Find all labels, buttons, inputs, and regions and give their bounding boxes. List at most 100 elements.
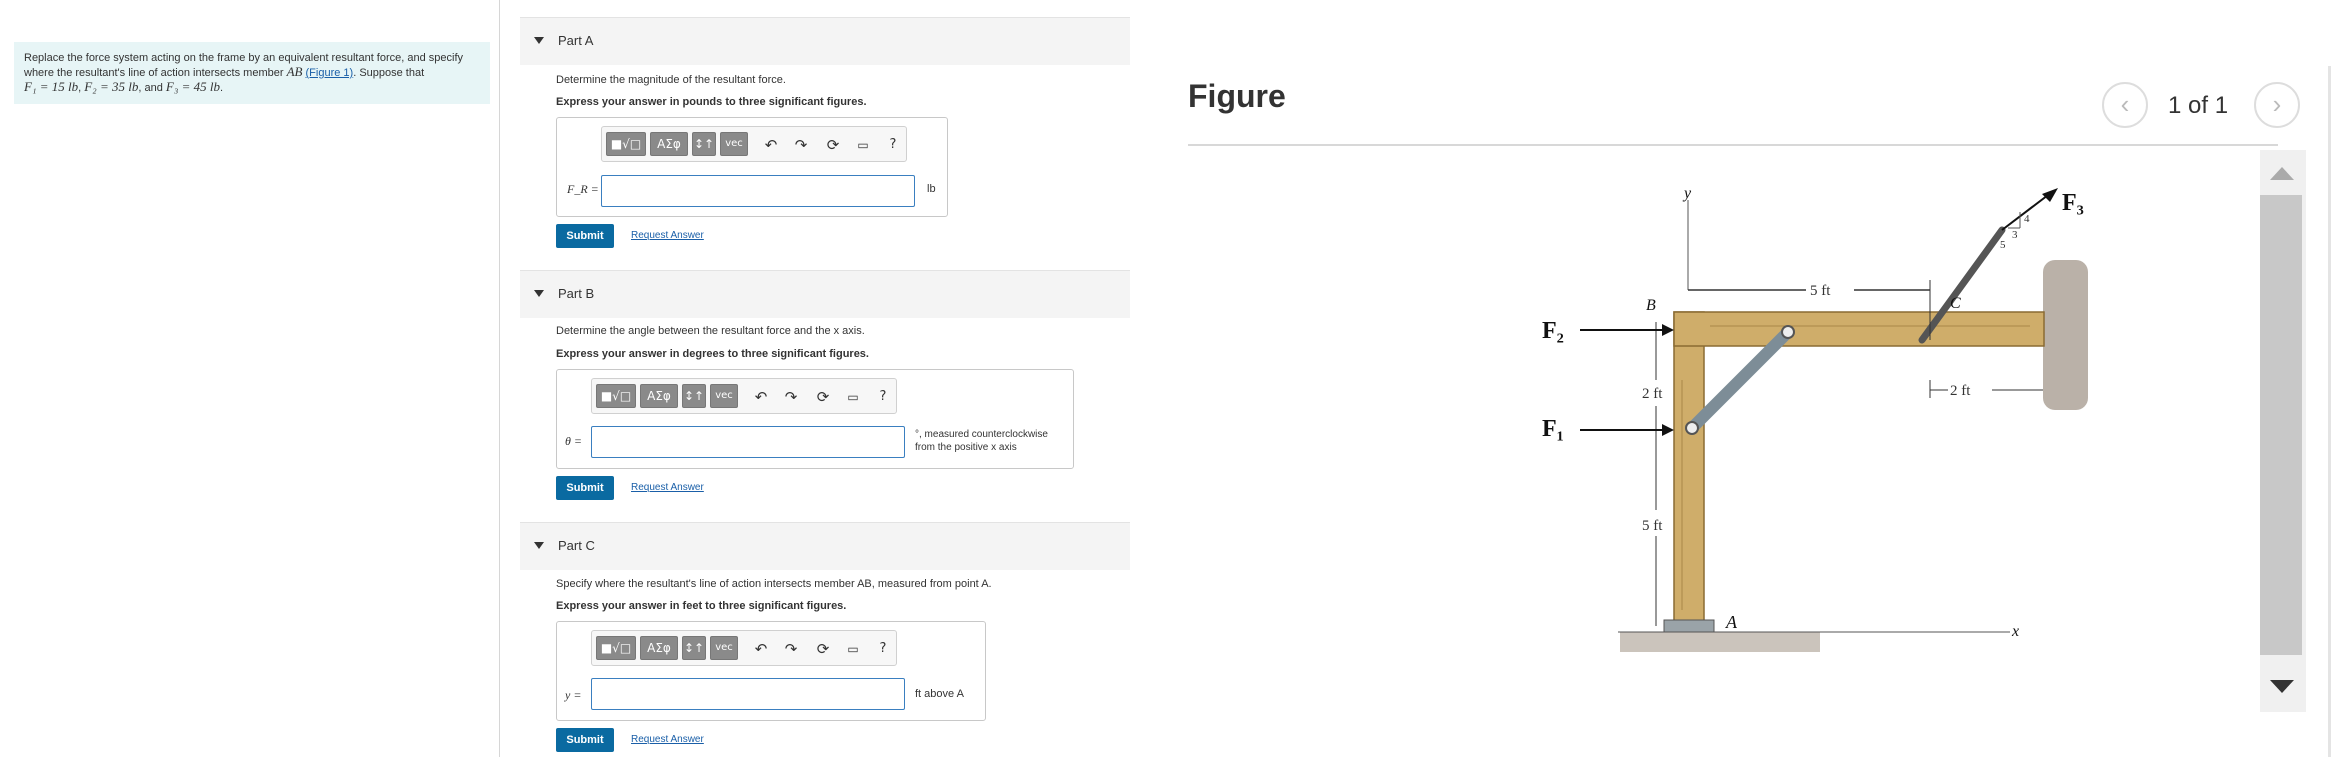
request-answer-link[interactable]: Request Answer <box>631 482 704 493</box>
problem-line-3: F₁ = 15 lb, F₂ = 35 lb, and F₃ = 45 lb. <box>24 79 224 94</box>
f2-arrow-head <box>1662 324 1674 336</box>
label-c: C <box>1950 295 1961 312</box>
redo-icon[interactable]: ↷ <box>782 640 800 658</box>
label-f2: F₂ <box>1542 318 1564 344</box>
undo-icon[interactable]: ↶ <box>752 640 770 658</box>
reset-icon[interactable]: ⟳ <box>814 640 832 658</box>
label-y: y <box>1682 185 1692 202</box>
label-f1: F₁ <box>1542 416 1564 442</box>
pin <box>1685 421 1699 435</box>
help-icon[interactable]: ? <box>874 388 892 406</box>
next-figure-button[interactable]: › <box>2254 82 2300 128</box>
force-f3: F₃ = 45 lb <box>165 79 220 94</box>
slope-5: 5 <box>2000 239 2006 251</box>
unit-label-2: from the positive x axis <box>915 442 1017 453</box>
member-bc <box>1673 311 2045 347</box>
var-label: y = <box>565 688 582 702</box>
part-a-header[interactable]: Part A <box>520 17 1130 65</box>
part-a-instruction: Express your answer in pounds to three s… <box>556 96 867 108</box>
arrows-button[interactable]: ↕↑ <box>682 636 706 660</box>
figure-pane: Figure ‹ 1 of 1 › F₂ F₁ F₃ B C A x y 5 f… <box>1180 0 2350 757</box>
vec-button[interactable]: vec <box>710 384 738 408</box>
submit-button[interactable]: Submit <box>556 476 614 500</box>
keyboard-icon[interactable]: ▭ <box>854 136 872 154</box>
divider <box>1188 144 2278 146</box>
templates-button[interactable]: ■√□ <box>596 636 636 660</box>
greek-button[interactable]: AΣφ <box>640 636 678 660</box>
part-a-answer-box: ■√□ AΣφ ↕↑ vec ↶ ↷ ⟳ ▭ ? F_R = lb <box>556 117 948 217</box>
member-ab <box>1673 311 1705 625</box>
arrows-button[interactable]: ↕↑ <box>682 384 706 408</box>
label-a: A <box>1725 612 1738 632</box>
templates-button[interactable]: ■√□ <box>606 132 646 156</box>
figure-link[interactable]: (Figure 1) <box>306 67 354 79</box>
request-answer-link[interactable]: Request Answer <box>631 734 704 745</box>
part-title: Part B <box>558 286 595 301</box>
part-b-instruction: Express your answer in degrees to three … <box>556 348 869 360</box>
f3-arrow-head <box>2042 188 2058 202</box>
frame-figure: F₂ F₁ F₃ B C A x y 5 ft 2 ft 2 ft 5 ft 5… <box>1542 185 2088 652</box>
part-c-instruction: Express your answer in feet to three sig… <box>556 600 847 612</box>
part-b-header[interactable]: Part B <box>520 270 1130 318</box>
label-b: B <box>1646 297 1656 314</box>
answer-input[interactable] <box>591 678 905 710</box>
keyboard-icon[interactable]: ▭ <box>844 640 862 658</box>
problem-line-2: where the resultant's line of action int… <box>24 65 480 80</box>
problem-statement: Replace the force system acting on the f… <box>14 42 490 104</box>
unit-label: ft above A <box>915 688 964 700</box>
part-c-question: Specify where the resultant's line of ac… <box>556 578 992 590</box>
prev-figure-button[interactable]: ‹ <box>2102 82 2148 128</box>
redo-icon[interactable]: ↷ <box>782 388 800 406</box>
force-f2: F₂ = 35 lb <box>84 79 139 94</box>
figure-pager: 1 of 1 <box>2168 92 2229 119</box>
part-b-answer-box: ■√□ AΣφ ↕↑ vec ↶ ↷ ⟳ ▭ ? θ = °, measured… <box>556 369 1074 469</box>
arrows-button[interactable]: ↕↑ <box>692 132 716 156</box>
scrollbar-thumb[interactable] <box>2260 195 2302 655</box>
part-c-header[interactable]: Part C <box>520 522 1130 570</box>
part-title: Part C <box>558 538 595 553</box>
reset-icon[interactable]: ⟳ <box>814 388 832 406</box>
undo-icon[interactable]: ↶ <box>762 136 780 154</box>
vec-button[interactable]: vec <box>710 636 738 660</box>
collapse-icon[interactable] <box>534 37 544 44</box>
pin <box>1781 325 1795 339</box>
help-icon[interactable]: ? <box>874 640 892 658</box>
slope-4: 4 <box>2024 213 2030 225</box>
collapse-icon[interactable] <box>534 542 544 549</box>
submit-button[interactable]: Submit <box>556 224 614 248</box>
problem-text: . Suppose that <box>353 67 425 79</box>
answer-input[interactable] <box>601 175 915 207</box>
problem-line-1: Replace the force system acting on the f… <box>24 52 464 64</box>
answer-input[interactable] <box>591 426 905 458</box>
f1-arrow-head <box>1662 424 1674 436</box>
vec-button[interactable]: vec <box>720 132 748 156</box>
slope-3: 3 <box>2012 229 2018 241</box>
force-f1: F₁ = 15 lb <box>24 79 79 94</box>
wall <box>2043 260 2088 410</box>
greek-button[interactable]: AΣφ <box>640 384 678 408</box>
math-toolbar: ■√□ AΣφ ↕↑ vec ↶ ↷ ⟳ ▭ ? <box>601 126 907 162</box>
redo-icon[interactable]: ↷ <box>792 136 810 154</box>
templates-button[interactable]: ■√□ <box>596 384 636 408</box>
ground <box>1620 632 1820 652</box>
request-answer-link[interactable]: Request Answer <box>631 230 704 241</box>
keyboard-icon[interactable]: ▭ <box>844 388 862 406</box>
label-x: x <box>2011 623 2019 640</box>
reset-icon[interactable]: ⟳ <box>824 136 842 154</box>
undo-icon[interactable]: ↶ <box>752 388 770 406</box>
scroll-up-icon[interactable] <box>2270 167 2294 180</box>
dim-5ft-top: 5 ft <box>1810 283 1831 299</box>
base-plate <box>1663 619 1715 633</box>
dim-5ft-left: 5 ft <box>1642 518 1663 534</box>
greek-button[interactable]: AΣφ <box>650 132 688 156</box>
scroll-down-icon[interactable] <box>2270 680 2294 693</box>
submit-button[interactable]: Submit <box>556 728 614 752</box>
math-toolbar: ■√□ AΣφ ↕↑ vec ↶ ↷ ⟳ ▭ ? <box>591 378 897 414</box>
math-toolbar: ■√□ AΣφ ↕↑ vec ↶ ↷ ⟳ ▭ ? <box>591 630 897 666</box>
problem-pane: Replace the force system acting on the f… <box>0 0 500 757</box>
part-a-question: Determine the magnitude of the resultant… <box>556 74 786 86</box>
help-icon[interactable]: ? <box>884 136 902 154</box>
dim-2ft-right: 2 ft <box>1950 383 1971 399</box>
unit-label: °, measured counterclockwise <box>915 429 1048 440</box>
collapse-icon[interactable] <box>534 290 544 297</box>
